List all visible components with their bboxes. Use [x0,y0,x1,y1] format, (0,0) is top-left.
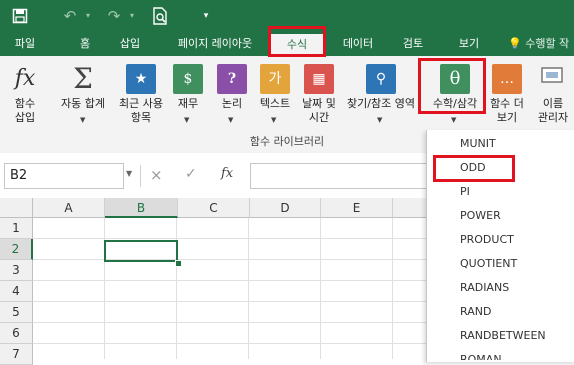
autosum-button[interactable]: Σ 자동 합계 ▼ [52,58,114,133]
lookup-reference-label: 찾기/참조 영역 [347,97,415,110]
tab-home[interactable]: 홈 [70,32,100,56]
tell-me-box[interactable]: 💡 수행할 작 [508,32,569,56]
text-label: 텍스트 [259,97,291,110]
text-button[interactable]: 가 텍스트 ▼ [254,58,296,133]
tab-data[interactable]: 데이터 [332,32,384,56]
fx-icon: fx [14,66,36,91]
tab-insert[interactable]: 삽입 [110,32,150,56]
row-header-selected[interactable]: 2 [0,239,33,260]
row-header[interactable]: 4 [0,281,33,302]
fx-icon[interactable]: fx [221,166,233,181]
chevron-down-icon: ▼ [80,116,86,124]
menu-item-power[interactable]: POWER [427,204,574,228]
menu-item-product[interactable]: PRODUCT [427,228,574,252]
enter-icon[interactable]: ✓ [185,166,197,182]
math-trig-button[interactable]: θ 수학/삼각 ▼ [424,58,486,133]
lookup-reference-button[interactable]: ⚲ 찾기/참조 영역 ▼ [340,58,422,133]
column-header[interactable]: A [33,198,105,218]
star-book-icon: ★ [126,64,156,94]
undo-icon[interactable]: ↶ [60,6,80,26]
logical-button[interactable]: ? 논리 ▼ [212,58,252,133]
finance-book-icon: $ [173,64,203,94]
menu-item-munit[interactable]: MUNIT [427,132,574,156]
menu-item-odd[interactable]: ODD [427,156,574,180]
financial-button[interactable]: $ 재무 ▼ [170,58,206,133]
menu-item-randbetween[interactable]: RANDBETWEEN [427,324,574,348]
column-header[interactable]: D [250,198,321,218]
math-trig-book-icon: θ [440,64,470,94]
row-header[interactable]: 6 [0,323,33,344]
print-preview-icon[interactable] [150,6,170,26]
fill-handle[interactable] [175,260,182,267]
more-functions-label-1: 함수 더 [490,97,524,110]
save-icon[interactable] [10,6,30,26]
recently-used-label-1: 최근 사용 [119,97,163,110]
name-manager-button[interactable]: 이름 관리자 [532,58,574,133]
quick-access-toolbar: ↶ ▾ ↷ ▾ ▾ [0,0,574,32]
row-header[interactable]: 3 [0,260,33,281]
tab-formulas[interactable]: 수식 [270,34,324,56]
chevron-down-icon: ▼ [184,116,190,124]
column-header-selected[interactable]: B [105,198,178,218]
recently-used-label-2: 항목 [130,111,152,124]
lightbulb-icon: 💡 [508,37,522,50]
date-time-label-2: 시간 [308,111,330,124]
chevron-down-icon: ▼ [377,116,383,124]
column-header[interactable]: E [321,198,393,218]
insert-function-label-2: 삽입 [14,111,36,124]
menu-item-roman[interactable]: ROMAN [427,348,574,360]
name-manager-icon [538,64,568,94]
select-all-corner[interactable] [0,198,33,218]
customize-qat-icon[interactable]: ▾ [196,6,216,26]
more-functions-icon: … [492,64,522,94]
menu-item-radians[interactable]: RADIANS [427,276,574,300]
active-cell[interactable] [104,240,178,262]
chevron-down-icon: ▼ [451,116,457,124]
logical-label: 논리 [221,97,243,110]
cell-area[interactable] [33,218,433,359]
ribbon-tabs: 파일 홈 삽입 페이지 레이아웃 수식 데이터 검토 보기 💡 수행할 작 [0,32,574,56]
financial-label: 재무 [177,97,199,110]
tab-file[interactable]: 파일 [8,32,42,56]
autosum-label: 자동 합계 [61,97,105,110]
cancel-icon[interactable]: × [150,166,163,184]
tell-me-text: 수행할 작 [525,37,570,50]
date-time-button[interactable]: ▦ 날짜 및 시간 [298,58,340,133]
math-trig-label: 수학/삼각 [432,97,478,110]
name-manager-label-2: 관리자 [537,111,569,124]
math-trig-dropdown: MUNIT ODD PI POWER PRODUCT QUOTIENT RADI… [426,130,574,362]
more-functions-label-2: 보기 [496,111,518,124]
lookup-book-icon: ⚲ [366,64,396,94]
row-header[interactable]: 1 [0,218,33,239]
row-header[interactable]: 7 [0,344,33,365]
menu-item-pi[interactable]: PI [427,180,574,204]
date-time-label-1: 날짜 및 [302,97,336,110]
insert-function-label-1: 함수 [14,97,36,110]
undo-dropdown-icon[interactable]: ▾ [78,6,98,26]
name-box-dropdown-icon[interactable]: ▼ [126,169,132,178]
more-functions-button[interactable]: … 함수 더 보기 [486,58,528,133]
divider [140,165,141,187]
chevron-down-icon: ▼ [228,116,234,124]
redo-dropdown-icon[interactable]: ▾ [122,6,142,26]
tab-view[interactable]: 보기 [448,32,490,56]
menu-item-quotient[interactable]: QUOTIENT [427,252,574,276]
tab-page-layout[interactable]: 페이지 레이아웃 [166,32,264,56]
name-manager-label-1: 이름 [542,97,564,110]
tab-review[interactable]: 검토 [393,32,433,56]
logic-book-icon: ? [217,64,247,94]
column-header[interactable]: C [178,198,250,218]
name-box[interactable]: B2 [4,163,124,189]
insert-function-button[interactable]: fx 함수 삽입 [2,58,48,133]
text-book-icon: 가 [260,64,290,94]
sigma-icon: Σ [73,62,93,95]
datetime-book-icon: ▦ [304,64,334,94]
row-header[interactable]: 5 [0,302,33,323]
menu-item-rand[interactable]: RAND [427,300,574,324]
recently-used-button[interactable]: ★ 최근 사용 항목 [114,58,168,133]
redo-icon[interactable]: ↷ [104,6,124,26]
chevron-down-icon: ▼ [271,116,277,124]
